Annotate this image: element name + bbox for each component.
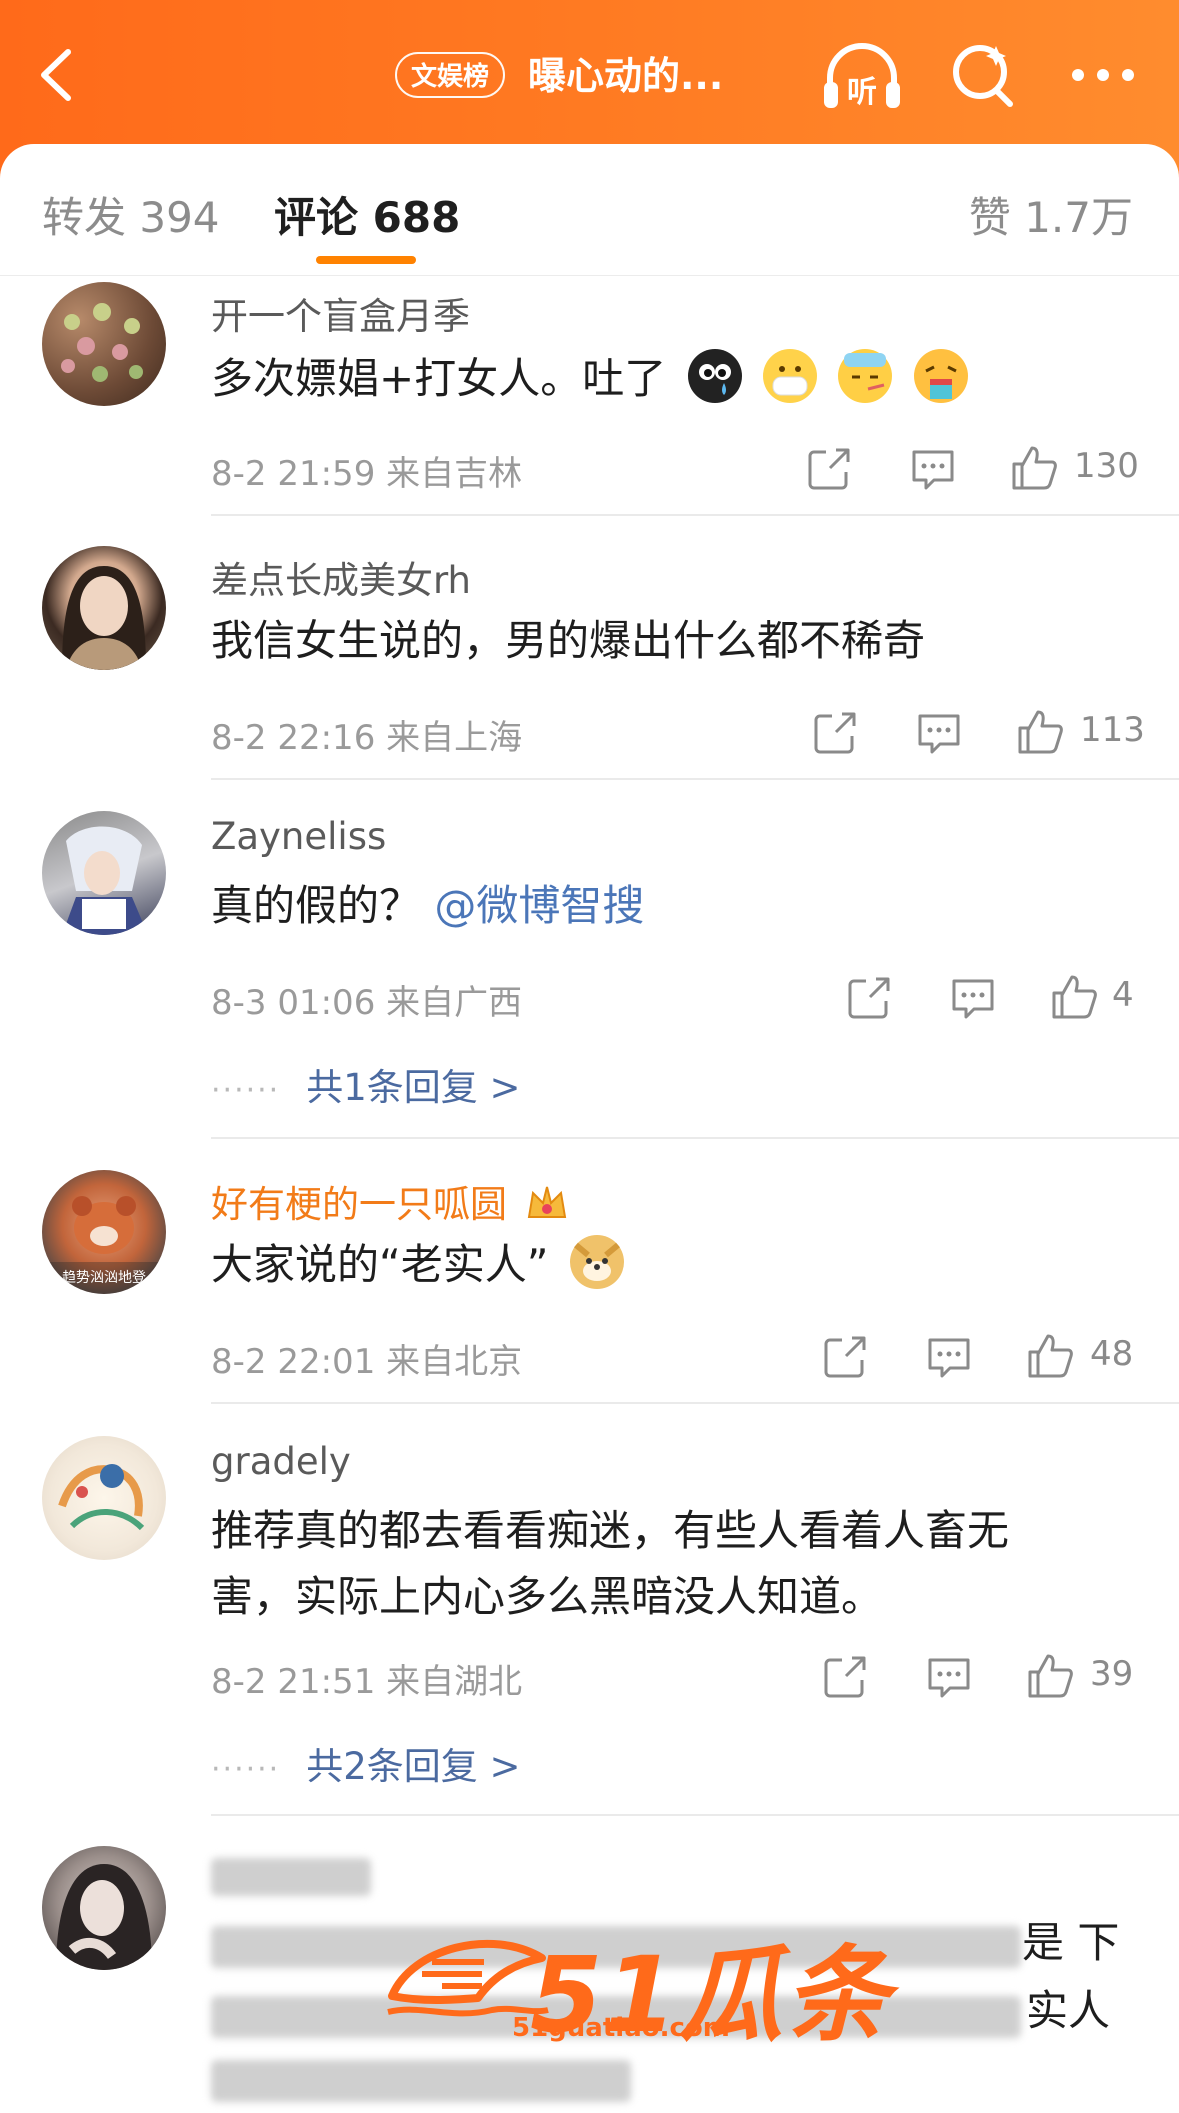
avatar[interactable] xyxy=(42,1846,166,1970)
watermark-url: 51guatiao.com xyxy=(512,2013,730,2043)
comment-text: 大家说的“老实人” xyxy=(211,1232,624,1298)
listen-icon[interactable]: 听 xyxy=(820,40,904,114)
reply-dots: ······ xyxy=(211,1073,281,1108)
comment-location: 来自吉林 xyxy=(386,454,523,494)
like-count: 4 xyxy=(1112,975,1134,1015)
share-icon[interactable] xyxy=(822,1654,868,1700)
comment-text: 真的假的？ @微博智搜 xyxy=(211,873,644,939)
comment-location: 来自北京 xyxy=(386,1342,523,1382)
comment-meta: 8-2 21:59 来自吉林 xyxy=(211,446,522,495)
listen-label: 听 xyxy=(847,75,877,110)
avatar[interactable] xyxy=(42,282,166,406)
active-tab-indicator xyxy=(316,256,416,264)
reply-icon[interactable] xyxy=(910,446,956,492)
blurred-text-line3 xyxy=(211,2060,631,2102)
reply-icon[interactable] xyxy=(950,975,996,1021)
comment-time: 8-2 21:51 xyxy=(211,1662,376,1702)
like-count: 130 xyxy=(1074,446,1139,486)
comment-text: 我信女生说的，男的爆出什么都不稀奇 xyxy=(211,616,926,665)
comment-location: 来自湖北 xyxy=(386,1662,523,1702)
back-icon[interactable] xyxy=(30,40,80,110)
username[interactable]: 开一个盲盒月季 xyxy=(211,286,470,340)
share-icon[interactable] xyxy=(812,710,858,756)
avatar-caption: 趋势汹汹地登 xyxy=(62,1270,146,1286)
comment-body: 多次嫖娼+打女人。吐了 xyxy=(211,354,667,403)
search-icon[interactable] xyxy=(950,40,1016,110)
tab-likes[interactable]: 赞 1.7万 xyxy=(969,184,1133,245)
share-icon[interactable] xyxy=(806,446,852,492)
doge-emoji xyxy=(569,1235,624,1289)
avatar[interactable]: 趋势汹汹地登 xyxy=(42,1170,166,1294)
divider xyxy=(211,778,1179,780)
like-count: 39 xyxy=(1090,1654,1134,1694)
more-icon[interactable] xyxy=(1068,40,1138,110)
replies-label: 共2条回复 > xyxy=(306,1745,521,1788)
comment-text-line1: 推荐真的都去看看痴迷，有些人看着人畜无 xyxy=(211,1506,1010,1555)
comment-body: 真的假的？ xyxy=(211,881,422,930)
comment-meta: 8-3 01:06 来自广西 xyxy=(211,975,522,1024)
avatar[interactable] xyxy=(42,1436,166,1560)
like-icon[interactable] xyxy=(1010,444,1058,492)
like-icon[interactable] xyxy=(1050,973,1098,1021)
hot-list-badge[interactable]: 文娱榜 xyxy=(395,52,506,98)
vomit-emoji xyxy=(913,349,968,403)
reply-icon[interactable] xyxy=(916,710,962,756)
watermark-logo-icon xyxy=(387,1939,549,2017)
reply-icon[interactable] xyxy=(926,1654,972,1700)
mention-link[interactable]: @微博智搜 xyxy=(434,881,644,930)
tab-bar: 转发 394 评论 688 赞 1.7万 xyxy=(0,144,1179,276)
comment-text-line2: 害，实际上内心多么黑暗没人知道。 xyxy=(211,1572,884,1621)
reply-icon[interactable] xyxy=(926,1334,972,1380)
share-icon[interactable] xyxy=(846,975,892,1021)
username[interactable]: Zayneliss xyxy=(211,815,386,858)
comment-meta: 8-2 22:16 来自上海 xyxy=(211,710,522,759)
comment-text: 多次嫖娼+打女人。吐了 xyxy=(211,346,968,412)
reply-dots: ······ xyxy=(211,1752,281,1787)
comment-location: 来自广西 xyxy=(386,983,523,1023)
view-replies-link[interactable]: ······ 共1条回复 > xyxy=(211,1057,521,1111)
like-icon[interactable] xyxy=(1026,1332,1074,1380)
page-title: 曝心动的... xyxy=(528,54,724,98)
mask-emoji xyxy=(762,349,817,403)
like-count: 48 xyxy=(1090,1334,1134,1374)
comment-time: 8-2 22:01 xyxy=(211,1342,376,1382)
like-icon[interactable] xyxy=(1026,1652,1074,1700)
comment-body: 大家说的“老实人” xyxy=(211,1240,549,1289)
divider xyxy=(211,1814,1179,1816)
replies-label: 共1条回复 > xyxy=(306,1066,521,1109)
divider xyxy=(211,1137,1179,1139)
comment-meta: 8-2 22:01 来自北京 xyxy=(211,1334,522,1383)
comment-time: 8-2 21:59 xyxy=(211,454,376,494)
view-replies-link[interactable]: ······ 共2条回复 > xyxy=(211,1736,521,1790)
comment-text-fragment: 是 下 xyxy=(1022,1918,1120,1967)
comment-text-fragment: 实人 xyxy=(1026,1986,1111,2035)
like-count: 113 xyxy=(1080,710,1145,750)
share-icon[interactable] xyxy=(822,1334,868,1380)
username[interactable]: 好有梗的一只呱圆 xyxy=(211,1174,569,1228)
divider xyxy=(211,1402,1179,1404)
like-icon[interactable] xyxy=(1016,708,1064,756)
sad-emoji xyxy=(687,349,742,403)
tab-comments[interactable]: 评论 688 xyxy=(274,184,460,245)
comment-time: 8-2 22:16 xyxy=(211,718,376,758)
blurred-username xyxy=(211,1858,371,1896)
tab-repost[interactable]: 转发 394 xyxy=(42,184,220,245)
sick-emoji xyxy=(838,349,893,403)
avatar[interactable] xyxy=(42,811,166,935)
avatar[interactable] xyxy=(42,546,166,670)
username[interactable]: gradely xyxy=(211,1440,351,1483)
comment-meta: 8-2 21:51 来自湖北 xyxy=(211,1654,522,1703)
username-label: 好有梗的一只呱圆 xyxy=(211,1183,507,1226)
divider xyxy=(211,514,1179,516)
username[interactable]: 差点长成美女rh xyxy=(211,550,471,604)
comment-location: 来自上海 xyxy=(386,718,523,758)
crown-icon xyxy=(527,1186,566,1218)
comment-time: 8-3 01:06 xyxy=(211,983,376,1023)
